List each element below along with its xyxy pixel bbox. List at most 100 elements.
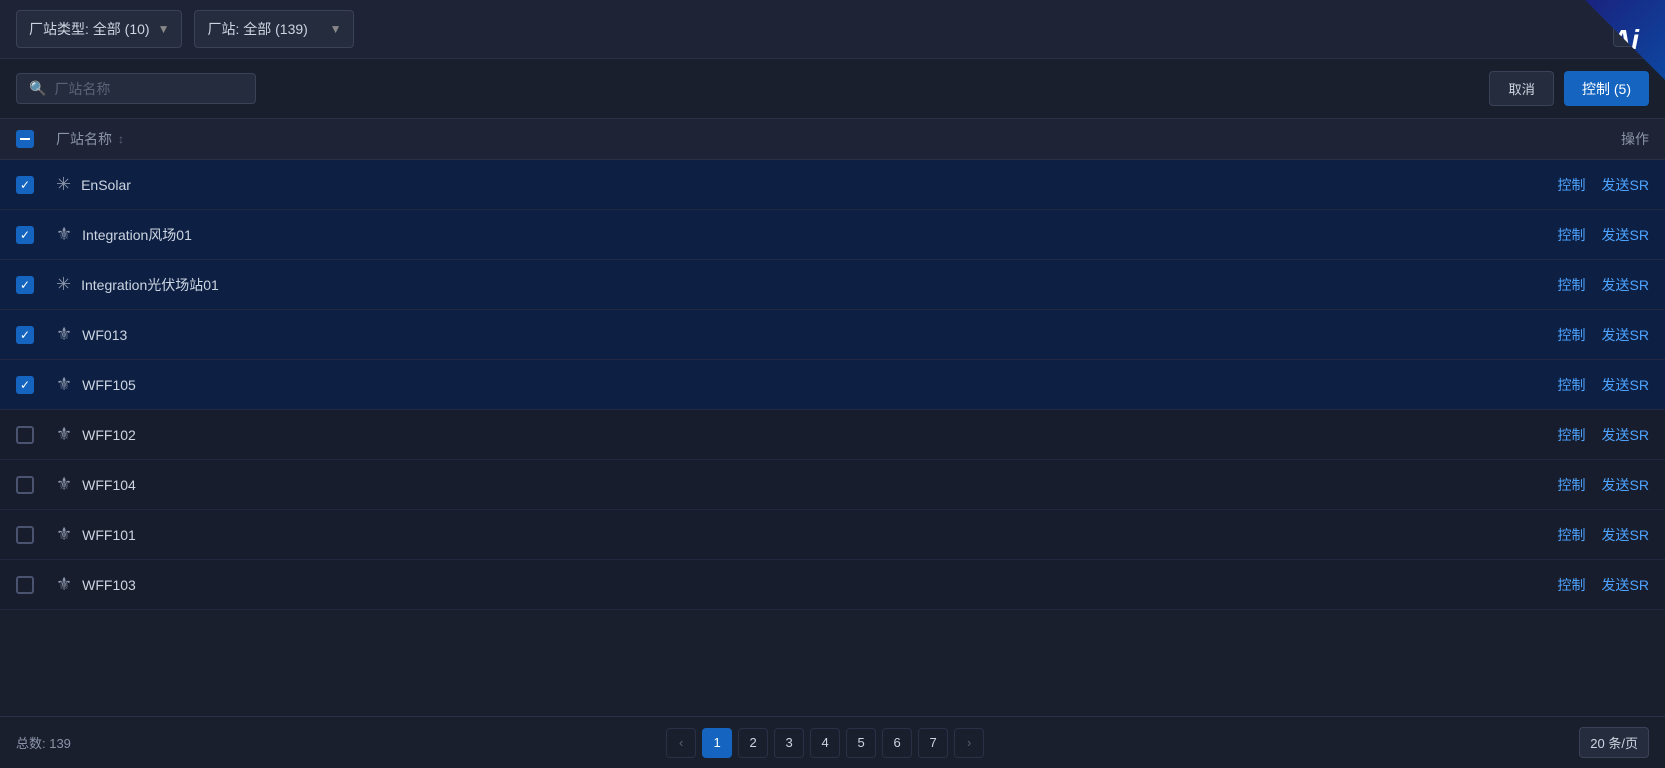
search-icon: 🔍 xyxy=(29,80,46,97)
row-name-cell: ⚜ WFF105 xyxy=(56,374,1469,395)
row-checkbox-col xyxy=(16,426,56,444)
filter-station-label: 厂站: 全部 (139) xyxy=(207,19,307,39)
row-ops-cell: 控制 发送SR xyxy=(1469,325,1649,345)
control-link[interactable]: 控制 xyxy=(1558,525,1586,545)
select-all-checkbox[interactable] xyxy=(16,130,34,148)
row-checkbox[interactable] xyxy=(16,526,34,544)
row-ops-cell: 控制 发送SR xyxy=(1469,225,1649,245)
row-ops-cell: 控制 发送SR xyxy=(1469,375,1649,395)
station-name: WFF105 xyxy=(82,377,136,393)
control-link[interactable]: 控制 xyxy=(1558,325,1586,345)
page-button-7[interactable]: 7 xyxy=(918,728,948,758)
table-row: ⚜ WF013 控制 发送SR xyxy=(0,310,1665,360)
row-ops-cell: 控制 发送SR xyxy=(1469,475,1649,495)
table-body: ✳ EnSolar 控制 发送SR ⚜ Integration风场01 控制 发… xyxy=(0,160,1665,610)
page-button-4[interactable]: 4 xyxy=(810,728,840,758)
control-link[interactable]: 控制 xyxy=(1558,375,1586,395)
row-ops-cell: 控制 发送SR xyxy=(1469,425,1649,445)
table-row: ✳ EnSolar 控制 发送SR xyxy=(0,160,1665,210)
row-ops-cell: 控制 发送SR xyxy=(1469,575,1649,595)
row-checkbox[interactable] xyxy=(16,176,34,194)
send-sr-link[interactable]: 发送SR xyxy=(1602,575,1649,595)
footer: 总数: 139 ‹1234567› 20 条/页 xyxy=(0,716,1665,768)
control-button[interactable]: 控制 (5) xyxy=(1564,71,1649,106)
search-actions: 取消 控制 (5) xyxy=(1489,71,1649,106)
row-checkbox[interactable] xyxy=(16,326,34,344)
control-link[interactable]: 控制 xyxy=(1558,225,1586,245)
row-checkbox[interactable] xyxy=(16,276,34,294)
station-name: Integration光伏场站01 xyxy=(81,275,219,295)
control-link[interactable]: 控制 xyxy=(1558,475,1586,495)
station-name: Integration风场01 xyxy=(82,225,192,245)
row-checkbox-col xyxy=(16,326,56,344)
station-name: WFF103 xyxy=(82,577,136,593)
table-row: ⚜ WFF105 控制 发送SR xyxy=(0,360,1665,410)
col-ops-label: 操作 xyxy=(1621,131,1649,147)
filter-station-type[interactable]: 厂站类型: 全部 (10) ▼ xyxy=(16,10,182,48)
table-row: ⚜ Integration风场01 控制 发送SR xyxy=(0,210,1665,260)
row-checkbox[interactable] xyxy=(16,426,34,444)
row-checkbox[interactable] xyxy=(16,576,34,594)
row-name-cell: ⚜ WFF102 xyxy=(56,424,1469,445)
row-checkbox[interactable] xyxy=(16,226,34,244)
page-button-2[interactable]: 2 xyxy=(738,728,768,758)
top-bar: 厂站类型: 全部 (10) ▼ 厂站: 全部 (139) ▼ 🗎 xyxy=(0,0,1665,59)
send-sr-link[interactable]: 发送SR xyxy=(1602,325,1649,345)
per-page-select[interactable]: 20 条/页 xyxy=(1579,727,1649,758)
row-ops-cell: 控制 发送SR xyxy=(1469,525,1649,545)
table-row: ⚜ WFF103 控制 发送SR xyxy=(0,560,1665,610)
row-checkbox-col xyxy=(16,576,56,594)
prev-page-button[interactable]: ‹ xyxy=(666,728,696,758)
row-name-cell: ✳ Integration光伏场站01 xyxy=(56,274,1469,295)
row-checkbox-col xyxy=(16,376,56,394)
send-sr-link[interactable]: 发送SR xyxy=(1602,225,1649,245)
sort-icon[interactable]: ↕ xyxy=(118,132,124,146)
row-checkbox-col xyxy=(16,526,56,544)
search-field-wrap: 🔍 xyxy=(16,73,256,104)
send-sr-link[interactable]: 发送SR xyxy=(1602,375,1649,395)
control-link[interactable]: 控制 xyxy=(1558,425,1586,445)
chevron-down-icon: ▼ xyxy=(158,22,170,36)
row-name-cell: ⚜ WFF104 xyxy=(56,474,1469,495)
row-checkbox-col xyxy=(16,226,56,244)
row-checkbox[interactable] xyxy=(16,376,34,394)
filter-bar: 厂站类型: 全部 (10) ▼ 厂站: 全部 (139) ▼ xyxy=(16,10,354,48)
pagination: ‹1234567› xyxy=(666,728,984,758)
header-name-col: 厂站名称 ↕ xyxy=(56,129,1469,149)
row-checkbox-col xyxy=(16,476,56,494)
page-button-3[interactable]: 3 xyxy=(774,728,804,758)
send-sr-link[interactable]: 发送SR xyxy=(1602,425,1649,445)
send-sr-link[interactable]: 发送SR xyxy=(1602,525,1649,545)
filter-station[interactable]: 厂站: 全部 (139) ▼ xyxy=(194,10,354,48)
page-button-1[interactable]: 1 xyxy=(702,728,732,758)
table-header: 厂站名称 ↕ 操作 xyxy=(0,119,1665,160)
total-count: 总数: 139 xyxy=(16,733,71,752)
station-name: WF013 xyxy=(82,327,127,343)
row-name-cell: ⚜ WFF101 xyxy=(56,524,1469,545)
row-ops-cell: 控制 发送SR xyxy=(1469,275,1649,295)
search-input[interactable] xyxy=(54,81,243,97)
row-checkbox[interactable] xyxy=(16,476,34,494)
page-button-5[interactable]: 5 xyxy=(846,728,876,758)
cancel-button[interactable]: 取消 xyxy=(1489,71,1554,106)
header-ops-col: 操作 xyxy=(1469,129,1649,149)
control-link[interactable]: 控制 xyxy=(1558,175,1586,195)
table-row: ⚜ WFF101 控制 发送SR xyxy=(0,510,1665,560)
send-sr-link[interactable]: 发送SR xyxy=(1602,475,1649,495)
row-name-cell: ⚜ Integration风场01 xyxy=(56,224,1469,245)
send-sr-link[interactable]: 发送SR xyxy=(1602,275,1649,295)
search-bar: 🔍 取消 控制 (5) xyxy=(0,59,1665,119)
next-page-button[interactable]: › xyxy=(954,728,984,758)
table-row: ✳ Integration光伏场站01 控制 发送SR xyxy=(0,260,1665,310)
row-name-cell: ⚜ WFF103 xyxy=(56,574,1469,595)
row-ops-cell: 控制 发送SR xyxy=(1469,175,1649,195)
control-link[interactable]: 控制 xyxy=(1558,575,1586,595)
row-checkbox-col xyxy=(16,176,56,194)
station-name: EnSolar xyxy=(81,177,131,193)
page-button-6[interactable]: 6 xyxy=(882,728,912,758)
control-link[interactable]: 控制 xyxy=(1558,275,1586,295)
send-sr-link[interactable]: 发送SR xyxy=(1602,175,1649,195)
table-row: ⚜ WFF104 控制 发送SR xyxy=(0,460,1665,510)
header-checkbox-col xyxy=(16,130,56,148)
row-name-cell: ✳ EnSolar xyxy=(56,174,1469,195)
